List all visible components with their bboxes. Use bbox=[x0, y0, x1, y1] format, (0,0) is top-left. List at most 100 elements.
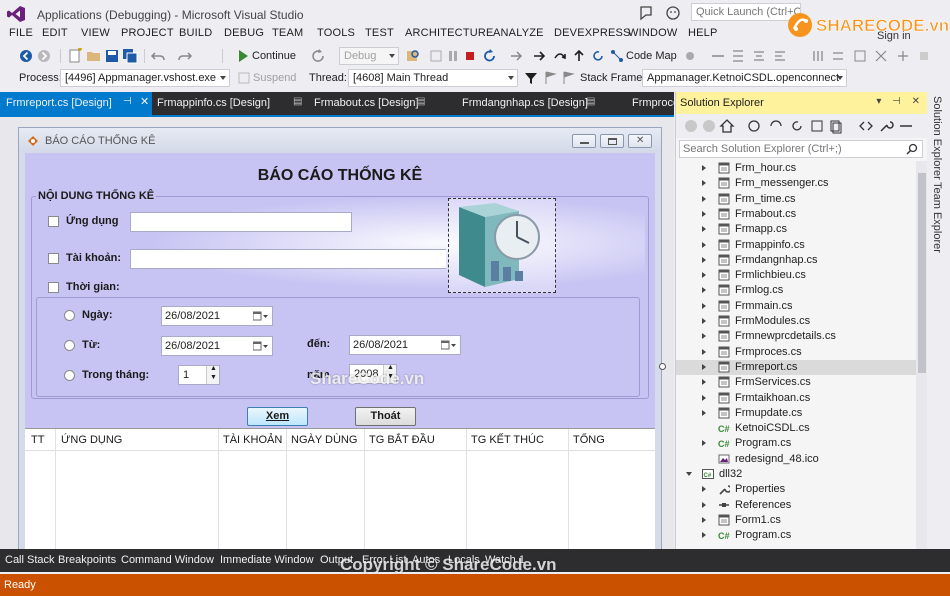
solution-search-input[interactable]: Search Solution Explorer (Ctrl+;) bbox=[679, 140, 923, 158]
report-datagrid[interactable]: TT ỨNG DỤNG TÀI KHOẢN NGÀY DÙNG TG BẮT Đ… bbox=[25, 428, 655, 549]
calendar-dropdown-icon[interactable] bbox=[253, 311, 269, 322]
continue-play-icon[interactable] bbox=[235, 48, 251, 64]
suspend-button[interactable]: Suspend bbox=[253, 72, 296, 84]
expand-arrow-icon[interactable] bbox=[702, 486, 706, 493]
solution-item[interactable]: Frmdangnhap.cs bbox=[676, 253, 916, 268]
stop-icon[interactable] bbox=[462, 48, 478, 64]
menu-window[interactable]: WINDOW bbox=[628, 27, 677, 39]
app-checkbox[interactable] bbox=[48, 216, 59, 227]
feedback-icon[interactable] bbox=[665, 5, 681, 21]
align-tool-icon[interactable] bbox=[751, 48, 767, 64]
column-header-use-date[interactable]: NGÀY DÙNG bbox=[291, 434, 357, 446]
expand-arrow-icon[interactable] bbox=[702, 532, 706, 539]
solution-item[interactable]: FrmModules.cs bbox=[676, 314, 916, 329]
navigate-forward-icon[interactable] bbox=[36, 48, 52, 64]
solution-item[interactable]: Form1.cs bbox=[676, 513, 916, 528]
save-icon[interactable] bbox=[104, 48, 120, 64]
expand-arrow-icon[interactable] bbox=[702, 256, 706, 263]
solution-item[interactable]: References bbox=[676, 498, 916, 513]
tab-frmreport-design[interactable]: Frmreport.cs [Design] ⊣ ✕ bbox=[0, 92, 152, 115]
expand-arrow-icon[interactable] bbox=[702, 440, 706, 447]
show-next-statement-icon[interactable] bbox=[508, 48, 524, 64]
line-tool-icon[interactable] bbox=[710, 48, 726, 64]
to-datepicker[interactable]: 26/08/2021 bbox=[349, 335, 461, 355]
expand-arrow-icon[interactable] bbox=[702, 272, 706, 279]
solution-item[interactable]: Frmproces.cs bbox=[676, 345, 916, 360]
pin-icon[interactable]: ⊣ bbox=[123, 96, 132, 107]
solution-item[interactable]: Frm_time.cs bbox=[676, 192, 916, 207]
menu-architecture[interactable]: ARCHITECTURE bbox=[405, 27, 494, 39]
preview-icon[interactable] bbox=[898, 118, 914, 134]
collapse-all-icon[interactable] bbox=[809, 118, 825, 134]
step-out-icon[interactable] bbox=[571, 48, 587, 64]
expand-arrow-icon[interactable] bbox=[702, 409, 706, 416]
layout-tool-icon[interactable] bbox=[873, 48, 889, 64]
side-tab-team-explorer[interactable]: Team Explorer bbox=[931, 182, 943, 253]
expand-arrow-icon[interactable] bbox=[702, 516, 706, 523]
step-over-icon[interactable] bbox=[552, 48, 568, 64]
solution-item[interactable]: C# Program.cs bbox=[676, 528, 916, 543]
column-header-start-time[interactable]: TG BẮT ĐẦU bbox=[369, 434, 435, 446]
menu-build[interactable]: BUILD bbox=[179, 27, 212, 39]
refresh-icon[interactable] bbox=[310, 48, 326, 64]
expand-arrow-icon[interactable] bbox=[702, 302, 706, 309]
month-radio[interactable] bbox=[64, 370, 75, 381]
process-select[interactable]: [4496] Appmanager.vshost.exe bbox=[60, 69, 230, 87]
column-header-total[interactable]: TỔNG bbox=[573, 434, 605, 446]
menu-debug[interactable]: DEBUG bbox=[224, 27, 264, 39]
expanded-arrow-icon[interactable] bbox=[686, 472, 692, 476]
save-all-icon[interactable] bbox=[122, 48, 138, 64]
expand-arrow-icon[interactable] bbox=[702, 210, 706, 217]
expand-arrow-icon[interactable] bbox=[702, 501, 706, 508]
expand-arrow-icon[interactable] bbox=[702, 195, 706, 202]
menu-help[interactable]: HELP bbox=[688, 27, 718, 39]
app-textbox[interactable] bbox=[130, 212, 352, 232]
solution-item[interactable]: Frmreport.cs bbox=[676, 359, 916, 375]
from-radio[interactable] bbox=[64, 340, 75, 351]
expand-arrow-icon[interactable] bbox=[702, 287, 706, 294]
solution-item[interactable]: Frmlog.cs bbox=[676, 283, 916, 298]
tab-frmabout-design[interactable]: Frmabout.cs [Design] ▤ bbox=[314, 92, 454, 115]
solution-item[interactable]: C# dll32 bbox=[676, 467, 916, 482]
exit-button[interactable]: Thoát bbox=[355, 407, 416, 426]
layout-tool-icon[interactable] bbox=[916, 48, 932, 64]
expand-arrow-icon[interactable] bbox=[702, 394, 706, 401]
align-tool-icon[interactable] bbox=[772, 48, 788, 64]
breakpoint-icon[interactable] bbox=[682, 48, 698, 64]
time-checkbox[interactable] bbox=[48, 282, 59, 293]
tab-command-window[interactable]: Command Window bbox=[121, 554, 214, 566]
notifications-flag-icon[interactable] bbox=[638, 5, 654, 21]
expand-arrow-icon[interactable] bbox=[702, 165, 706, 171]
column-header-app[interactable]: ỨNG DỤNG bbox=[61, 434, 122, 446]
step-into-icon[interactable] bbox=[532, 48, 548, 64]
solution-item[interactable]: Frmapp.cs bbox=[676, 222, 916, 237]
properties-wrench-icon[interactable] bbox=[878, 118, 894, 134]
expand-arrow-icon[interactable] bbox=[702, 241, 706, 248]
menu-edit[interactable]: EDIT bbox=[42, 27, 68, 39]
find-in-files-icon[interactable] bbox=[405, 48, 421, 64]
month-spinner[interactable]: ▲ ▼ bbox=[206, 365, 219, 384]
view-code-icon[interactable] bbox=[858, 118, 874, 134]
menu-test[interactable]: TEST bbox=[365, 27, 394, 39]
solution-item[interactable]: Frmabout.cs bbox=[676, 207, 916, 222]
solution-item[interactable]: Frm_hour.cs bbox=[676, 161, 916, 176]
pause-icon[interactable] bbox=[445, 48, 461, 64]
expand-arrow-icon[interactable] bbox=[702, 318, 706, 324]
tab-breakpoints[interactable]: Breakpoints bbox=[58, 554, 116, 566]
view-report-button[interactable]: Xem bbox=[247, 407, 308, 426]
panel-window-controls[interactable]: ▾ ⊣ ✕ bbox=[876, 96, 924, 107]
sync-icon[interactable] bbox=[746, 118, 762, 134]
month-numeric-input[interactable]: 1 ▲ ▼ bbox=[178, 365, 220, 385]
tab-immediate-window[interactable]: Immediate Window bbox=[220, 554, 314, 566]
filter-icon[interactable] bbox=[523, 70, 539, 86]
suspend-icon[interactable] bbox=[236, 70, 252, 86]
solution-item[interactable]: C# KetnoiCSDL.cs bbox=[676, 421, 916, 436]
minimize-button[interactable] bbox=[572, 134, 596, 148]
solution-item[interactable]: Frm_messenger.cs bbox=[676, 176, 916, 191]
expand-arrow-icon[interactable] bbox=[702, 379, 706, 386]
back-icon[interactable] bbox=[683, 118, 699, 134]
column-header-tt[interactable]: TT bbox=[31, 434, 44, 446]
spin-up-icon[interactable]: ▲ bbox=[210, 365, 217, 372]
from-datepicker[interactable]: 26/08/2021 bbox=[161, 336, 273, 356]
day-datepicker[interactable]: 26/08/2021 bbox=[161, 306, 273, 326]
